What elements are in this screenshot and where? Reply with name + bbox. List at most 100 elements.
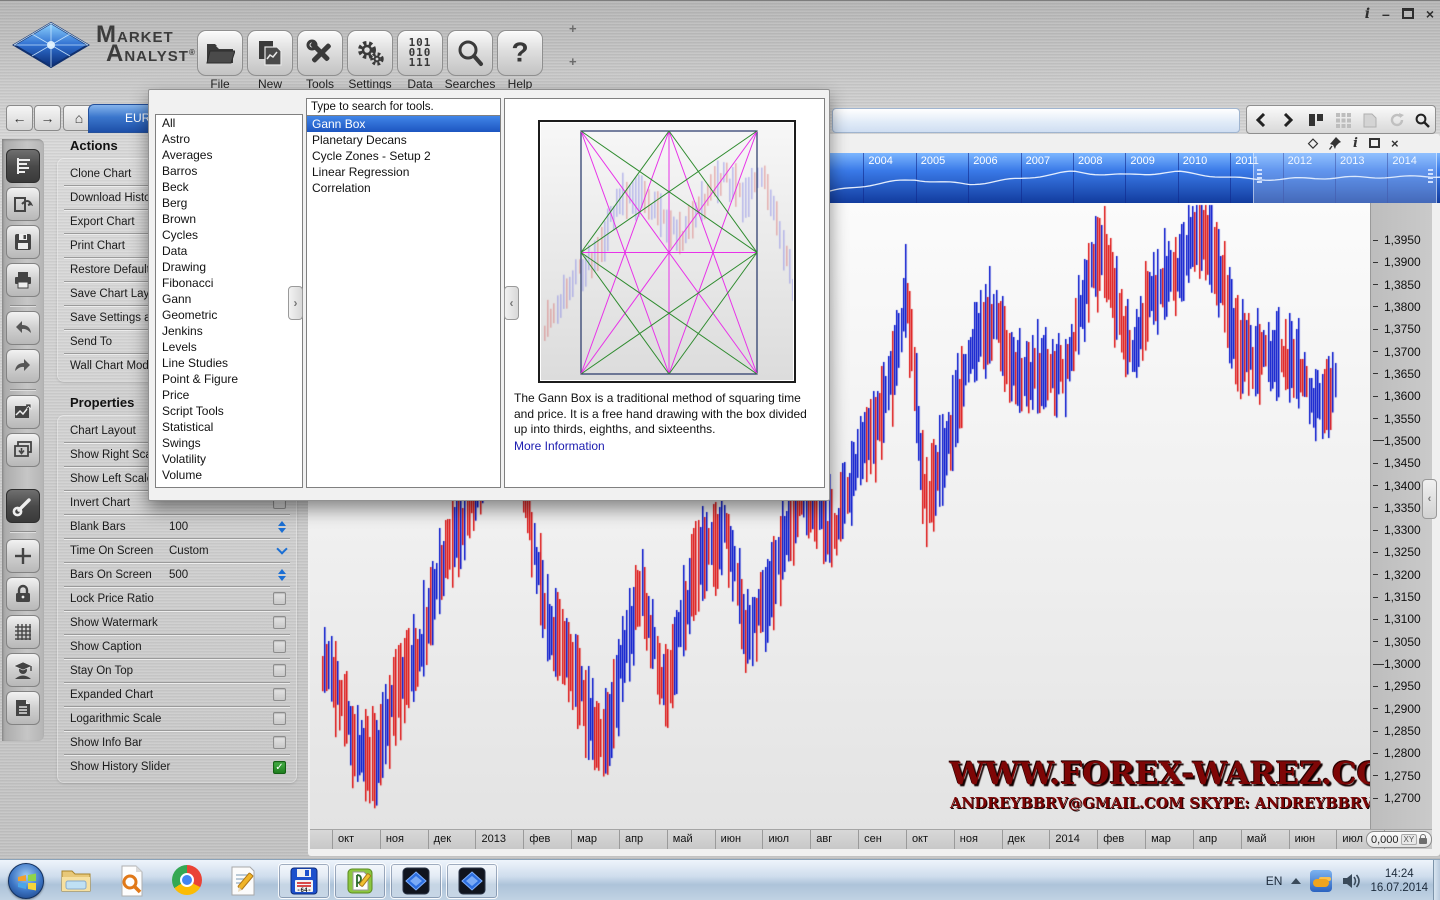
image-stack-button[interactable]: [6, 433, 40, 467]
category-item[interactable]: Averages: [156, 147, 302, 163]
property-row[interactable]: Show Caption: [64, 635, 290, 659]
info-icon[interactable]: i: [1353, 136, 1358, 151]
tool-item[interactable]: Gann Box: [307, 116, 500, 132]
category-item[interactable]: Brown: [156, 211, 302, 227]
checkbox[interactable]: [273, 664, 286, 677]
language-indicator[interactable]: EN: [1266, 874, 1283, 888]
taskbar-app-market-analyst-1[interactable]: [390, 863, 442, 899]
xy-lock-badge[interactable]: 0,000 XY: [1366, 831, 1432, 848]
speaker-icon[interactable]: [1341, 872, 1361, 890]
searches-button[interactable]: [447, 30, 493, 76]
close-icon[interactable]: ×: [1391, 136, 1399, 151]
slider-grip-left[interactable]: [1257, 169, 1262, 183]
category-item[interactable]: Geometric: [156, 307, 302, 323]
checkbox[interactable]: ✓: [273, 761, 286, 774]
category-scroll-button[interactable]: ›: [288, 286, 303, 320]
checkbox[interactable]: [273, 688, 286, 701]
education-button[interactable]: [6, 653, 40, 687]
save-button[interactable]: [6, 225, 40, 259]
category-item[interactable]: Drawing: [156, 259, 302, 275]
refresh-button[interactable]: [1385, 108, 1409, 132]
chrome-taskbar-icon[interactable]: [172, 865, 202, 895]
checkbox[interactable]: [273, 616, 286, 629]
close-icon[interactable]: ×: [1426, 6, 1434, 22]
category-item[interactable]: Astro: [156, 131, 302, 147]
checkbox[interactable]: [273, 736, 286, 749]
zoom-button[interactable]: [1410, 108, 1434, 132]
file-button[interactable]: [197, 30, 243, 76]
restore-icon[interactable]: [1369, 138, 1380, 148]
more-information-link[interactable]: More Information: [514, 439, 605, 453]
category-item[interactable]: Statistical: [156, 419, 302, 435]
wrench-button[interactable]: [6, 489, 40, 523]
tool-item[interactable]: Linear Regression: [307, 164, 500, 180]
explorer-taskbar-icon[interactable]: [60, 865, 92, 900]
category-item[interactable]: Volume: [156, 467, 302, 483]
dropdown-chevron-icon[interactable]: [276, 543, 287, 554]
clock[interactable]: 14:2416.07.2014: [1370, 867, 1428, 895]
tools-button[interactable]: [297, 30, 343, 76]
clone-chart-button[interactable]: [6, 187, 40, 221]
info-icon[interactable]: i: [1365, 6, 1370, 22]
new-button[interactable]: [247, 30, 293, 76]
restore-icon[interactable]: [1402, 8, 1414, 19]
category-item[interactable]: Fibonacci: [156, 275, 302, 291]
lock-button[interactable]: [6, 577, 40, 611]
show-desktop-button[interactable]: [1433, 860, 1440, 900]
layout-columns-button[interactable]: [1304, 108, 1328, 132]
property-row[interactable]: Logarithmic Scale: [64, 707, 290, 731]
scale-collapse-button[interactable]: ‹: [1422, 479, 1437, 519]
tool-item[interactable]: Cycle Zones - Setup 2: [307, 148, 500, 164]
stepper-icon[interactable]: [278, 521, 286, 533]
category-item[interactable]: Gann: [156, 291, 302, 307]
chart-levels-button[interactable]: [6, 149, 40, 183]
slider-grip-right[interactable]: [1428, 169, 1433, 183]
layout-grid-button[interactable]: [1331, 108, 1355, 132]
minimize-icon[interactable]: –: [1382, 6, 1390, 22]
weather-icon[interactable]: [1310, 870, 1332, 892]
property-row[interactable]: Lock Price Ratio: [64, 587, 290, 611]
category-item[interactable]: Barros: [156, 163, 302, 179]
back-button[interactable]: ←: [6, 105, 33, 131]
forward-button[interactable]: →: [34, 105, 61, 131]
category-item[interactable]: Jenkins: [156, 323, 302, 339]
property-row[interactable]: Stay On Top: [64, 659, 290, 683]
category-item[interactable]: Levels: [156, 339, 302, 355]
category-item[interactable]: Price: [156, 387, 302, 403]
undo-button[interactable]: [6, 311, 40, 345]
category-item[interactable]: Line Studies: [156, 355, 302, 371]
property-row[interactable]: Expanded Chart: [64, 683, 290, 707]
description-scroll-button[interactable]: ‹: [504, 286, 519, 320]
property-row[interactable]: Bars On Screen 500: [64, 563, 290, 587]
stepper-icon[interactable]: [278, 569, 286, 581]
checkbox[interactable]: [273, 640, 286, 653]
search-doc-taskbar-icon[interactable]: [118, 865, 146, 900]
category-item[interactable]: Script Tools: [156, 403, 302, 419]
tray-expand-icon[interactable]: [1291, 878, 1301, 884]
grid-button[interactable]: [6, 615, 40, 649]
taskbar-app-market-analyst-2[interactable]: [446, 863, 498, 899]
next-chart-button[interactable]: [1276, 108, 1300, 132]
property-row[interactable]: Show Info Bar: [64, 731, 290, 755]
tool-search-input[interactable]: [306, 98, 501, 115]
checkbox[interactable]: [273, 712, 286, 725]
time-axis[interactable]: октноядек2013февмарапрмайиюниюлавгсенокт…: [310, 829, 1432, 849]
property-row[interactable]: Show History Slider ✓: [64, 755, 290, 779]
property-row[interactable]: Show Watermark: [64, 611, 290, 635]
pin-icon[interactable]: [1329, 136, 1342, 150]
export-image-button[interactable]: [6, 395, 40, 429]
help-button[interactable]: ?: [497, 30, 543, 76]
redo-button[interactable]: [6, 349, 40, 383]
tab-row-bar[interactable]: [832, 108, 1240, 133]
category-item[interactable]: Swings: [156, 435, 302, 451]
checkbox[interactable]: [273, 592, 286, 605]
page-button[interactable]: [1358, 108, 1382, 132]
print-button[interactable]: [6, 263, 40, 297]
category-item[interactable]: Beck: [156, 179, 302, 195]
data-button[interactable]: 101010111: [397, 30, 443, 76]
category-item[interactable]: Berg: [156, 195, 302, 211]
category-item[interactable]: All: [156, 115, 302, 131]
category-item[interactable]: Cycles: [156, 227, 302, 243]
property-row[interactable]: Time On Screen Custom: [64, 539, 290, 563]
tool-item[interactable]: Planetary Decans: [307, 132, 500, 148]
